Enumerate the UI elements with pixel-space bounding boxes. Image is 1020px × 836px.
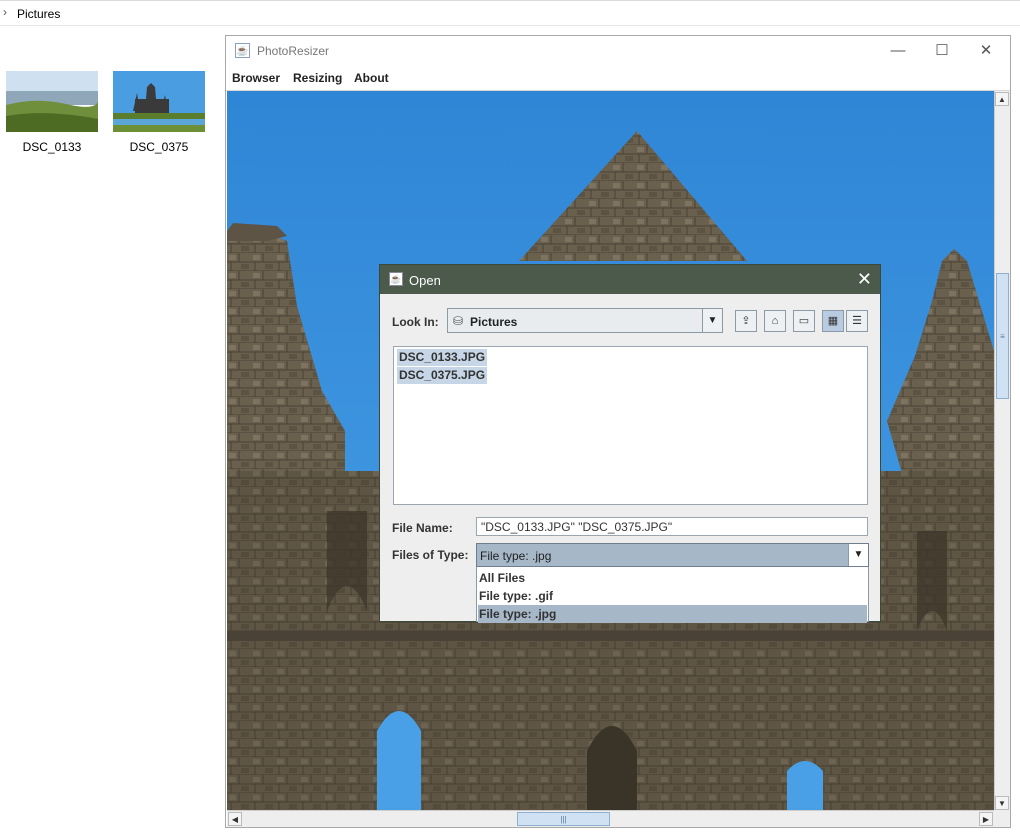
landscape-thumbnail-image (6, 71, 98, 132)
file-name: DSC_0375 (129, 140, 189, 154)
file-type-label: Files of Type: (392, 548, 469, 562)
menu-browser[interactable]: Browser (232, 71, 280, 85)
file-type-value: File type: .jpg (480, 549, 552, 563)
horizontal-scroll-thumb[interactable]: ||| (517, 812, 610, 826)
file-name-label: File Name: (392, 521, 453, 535)
minimize-button[interactable]: — (876, 40, 920, 62)
file-name-field[interactable] (476, 517, 868, 536)
breadcrumb-pictures[interactable]: Pictures (17, 7, 60, 21)
open-dialog: ☕ Open ✕ Look In: ⛁ Pictures ▼ ⇪ ⌂ ▭ ▦ ☰… (379, 264, 881, 623)
chevron-down-icon[interactable]: ▼ (702, 309, 722, 332)
list-view-button[interactable]: ▦ (822, 310, 844, 332)
home-button[interactable]: ⌂ (764, 310, 786, 332)
option-all-files[interactable]: All Files (478, 569, 867, 587)
explorer-address-bar: › Pictures (0, 0, 1020, 26)
menu-about[interactable]: About (354, 71, 389, 85)
java-app-icon: ☕ (235, 43, 250, 58)
scroll-right-arrow-icon[interactable]: ▶ (979, 812, 993, 826)
window-title: PhotoResizer (257, 44, 330, 58)
menu-bar: Browser Resizing About (226, 66, 1010, 91)
horizontal-scrollbar[interactable]: ◀ ||| ▶ (227, 810, 994, 827)
chevron-down-icon[interactable]: ▼ (848, 544, 868, 566)
vertical-scrollbar[interactable]: ▲ ≡ ▼ (994, 91, 1010, 811)
scroll-up-arrow-icon[interactable]: ▲ (995, 92, 1009, 106)
chevron-right-icon[interactable]: › (3, 5, 7, 19)
file-type-options-list[interactable]: All Files File type: .gif File type: .jp… (476, 567, 869, 623)
scroll-left-arrow-icon[interactable]: ◀ (228, 812, 242, 826)
details-view-button[interactable]: ☰ (846, 310, 868, 332)
drive-icon: ⛁ (453, 314, 464, 328)
scrollbar-corner (994, 810, 1010, 827)
menu-resizing[interactable]: Resizing (293, 71, 342, 85)
abbey-thumbnail-image (113, 71, 205, 132)
file-thumbnail[interactable]: DSC_0375 (113, 71, 205, 154)
java-app-icon: ☕ (389, 272, 403, 286)
close-button[interactable]: ✕ (964, 40, 1008, 62)
look-in-value: Pictures (470, 315, 518, 329)
file-list[interactable]: DSC_0133.JPG DSC_0375.JPG (393, 346, 868, 505)
dialog-title-bar[interactable]: ☕ Open ✕ (380, 265, 880, 294)
option-jpg[interactable]: File type: .jpg (478, 605, 867, 623)
dialog-close-icon[interactable]: ✕ (857, 269, 872, 290)
look-in-dropdown[interactable]: ⛁ Pictures ▼ (447, 308, 723, 333)
file-thumbnail[interactable]: DSC_0133 (6, 71, 98, 154)
file-type-dropdown[interactable]: File type: .jpg ▼ (476, 543, 869, 567)
maximize-button[interactable]: ☐ (920, 40, 964, 62)
list-item[interactable]: DSC_0375.JPG (397, 367, 488, 384)
up-one-level-button[interactable]: ⇪ (735, 310, 757, 332)
look-in-label: Look In: (392, 315, 439, 329)
scroll-down-arrow-icon[interactable]: ▼ (995, 796, 1009, 810)
list-item[interactable]: DSC_0133.JPG (397, 349, 488, 366)
window-title-bar[interactable]: ☕ PhotoResizer — ☐ ✕ (226, 36, 1010, 66)
new-folder-button[interactable]: ▭ (793, 310, 815, 332)
option-gif[interactable]: File type: .gif (478, 587, 867, 605)
dialog-title: Open (409, 273, 441, 288)
file-name: DSC_0133 (22, 140, 82, 154)
vertical-scroll-thumb[interactable]: ≡ (996, 273, 1009, 399)
